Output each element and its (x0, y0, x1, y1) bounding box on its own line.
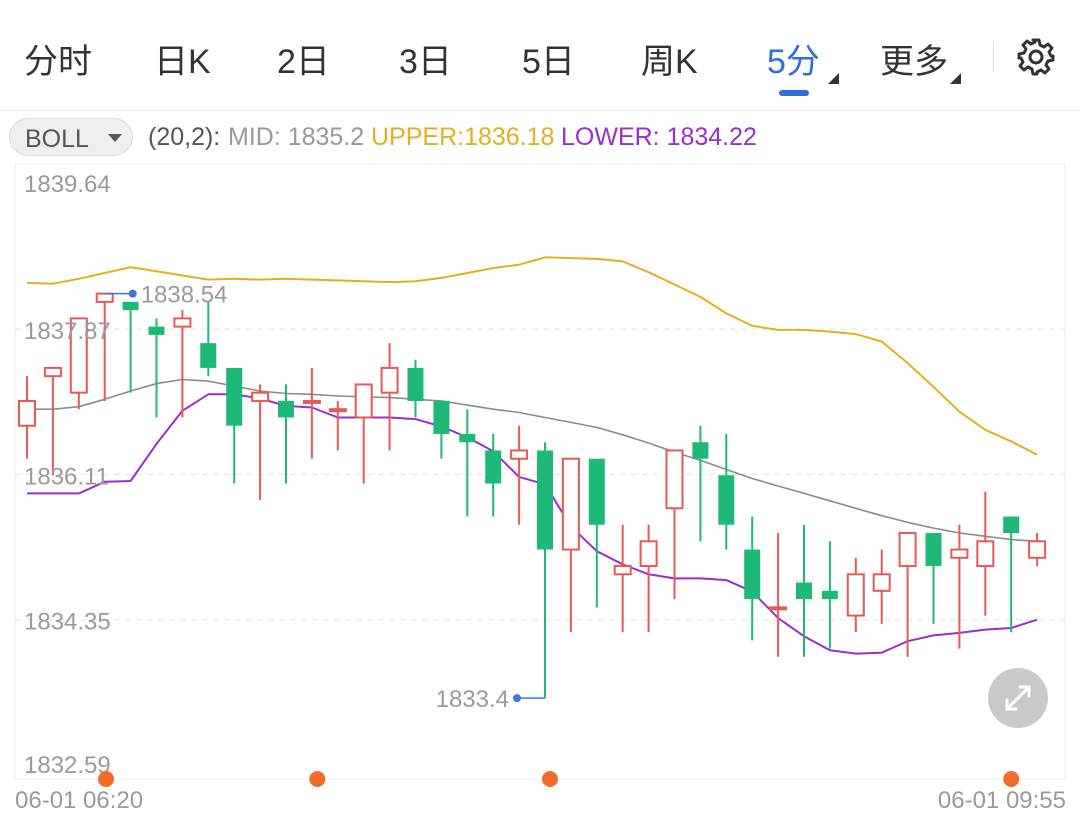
candle (1028, 533, 1047, 567)
candle (744, 516, 761, 641)
candle (485, 433, 502, 517)
candle-body (251, 391, 270, 402)
candle (588, 458, 605, 608)
candle-body (148, 326, 165, 335)
candle (302, 367, 321, 459)
expand-button[interactable] (988, 668, 1048, 728)
candle-body (898, 532, 917, 568)
event-marker (309, 771, 326, 787)
candle (354, 383, 373, 484)
expand-arrows-icon (1005, 685, 1031, 711)
candle (925, 533, 942, 624)
candle (537, 442, 553, 699)
y-tick-label: 1834.35 (24, 609, 111, 636)
candle (407, 359, 424, 418)
boll-mid-line (27, 378, 1038, 543)
min-label-dot (513, 694, 521, 703)
candle-body (588, 458, 605, 525)
candle (821, 541, 838, 649)
candle (950, 524, 969, 649)
y-tick-label: 1836.11 (24, 463, 109, 490)
candle (18, 376, 36, 459)
candle (122, 301, 139, 393)
candle-body (925, 533, 942, 567)
candle (796, 524, 812, 657)
candle (251, 384, 270, 501)
candle (510, 425, 529, 525)
candle (43, 366, 62, 476)
candle-body (1003, 516, 1020, 534)
event-marker (542, 771, 558, 787)
candle (328, 400, 347, 451)
candle (148, 318, 165, 418)
x-label-start: 06-01 06:20 (15, 787, 143, 814)
candle-body (302, 399, 321, 404)
candle-body (872, 573, 891, 592)
candle-body (613, 565, 632, 576)
candle-body (665, 449, 684, 510)
candle (639, 524, 658, 633)
candle-body (510, 449, 529, 460)
candle (278, 384, 294, 484)
boll-layer (26, 256, 1038, 655)
candle-body (173, 317, 192, 328)
candle (692, 425, 709, 542)
candle (898, 532, 917, 657)
candle-body (459, 433, 476, 443)
candle-body (950, 548, 969, 559)
candle (769, 533, 788, 657)
candle (95, 292, 114, 401)
candle (1003, 516, 1020, 633)
boll-lower-line (27, 393, 1038, 655)
event-marker (98, 771, 114, 787)
y-tick-label: 1839.64 (24, 171, 111, 198)
candle-body (433, 400, 450, 434)
min-price-label: 1833.4 (436, 686, 509, 713)
candle (173, 310, 192, 418)
candle (613, 524, 632, 633)
candle-body (976, 540, 995, 568)
candle-body (328, 408, 347, 413)
candle-body (354, 383, 373, 419)
candle-body (796, 582, 812, 600)
candle-body (18, 399, 36, 427)
candle-body (407, 367, 424, 401)
candle-layer (18, 292, 1047, 699)
candle-body (43, 366, 62, 378)
candle-body (744, 549, 761, 600)
y-tick-label: 1832.59 (24, 752, 111, 779)
candle-body (821, 590, 838, 600)
candle-body (561, 457, 580, 551)
kline-chart[interactable]: 1839.64 1837.87 1836.11 1834.35 1832.59 1838.… (0, 0, 1080, 825)
candle-body (846, 573, 865, 617)
event-marker (1003, 771, 1020, 787)
candle-body (485, 450, 502, 484)
x-label-end: 06-01 09:55 (938, 787, 1066, 814)
y-tick-label: 1837.87 (24, 318, 111, 345)
candle (433, 400, 450, 459)
candle-body (122, 301, 139, 311)
candle (976, 491, 995, 616)
candle-body (200, 343, 217, 368)
max-label-dot (128, 289, 137, 298)
max-price-label: 1838.54 (141, 282, 228, 309)
candle-body (1028, 540, 1047, 559)
candle (718, 433, 735, 550)
candle-body (718, 475, 735, 525)
candle (846, 557, 865, 633)
candle-body (769, 606, 788, 611)
candle-body (639, 540, 658, 568)
candle (459, 409, 476, 517)
candle-body (226, 367, 243, 426)
candle-body (537, 450, 553, 550)
candle-body (380, 366, 399, 394)
candle (200, 301, 217, 377)
candle-body (95, 292, 114, 303)
candle (561, 457, 580, 633)
candle-body (278, 400, 294, 418)
candle-body (692, 442, 709, 459)
candle (872, 549, 891, 624)
candle (226, 367, 243, 484)
